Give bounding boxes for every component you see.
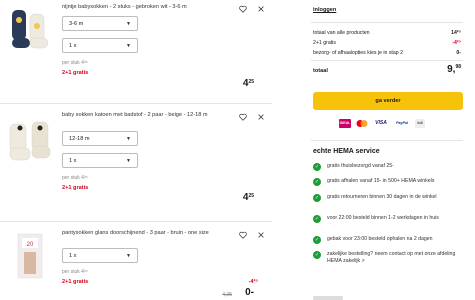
checkmark-icon: ✓: [313, 251, 321, 259]
chevron-down-icon: ▼: [126, 21, 131, 27]
checkmark-icon: ✓: [313, 236, 321, 244]
size-select[interactable]: 12-18 m ▼: [62, 131, 138, 146]
checkmark-icon: ✓: [313, 178, 321, 186]
divider: [311, 22, 463, 23]
ideal-icon: iDEAL: [339, 118, 351, 128]
chevron-down-icon: ▼: [126, 158, 131, 164]
divider: [311, 60, 463, 61]
cart-item: 20 pantysokken glans doorschijnend - 3 p…: [0, 222, 272, 300]
promo-label: 2+1 gratis: [62, 279, 89, 285]
quantity-value: 1 x: [69, 252, 77, 259]
promo-label: 2+1 gratis: [62, 185, 89, 191]
checkout-button[interactable]: ga verder: [313, 92, 463, 110]
paypal-icon: PayPal: [396, 121, 408, 125]
checkmark-icon: ✓: [313, 215, 321, 223]
divider: [311, 140, 463, 141]
item-price: 425: [243, 192, 254, 203]
service-item: ✓ gratis afhalen vanaf 15- in 500+ HEMA w…: [313, 178, 463, 186]
service-text: gebak voor 23:00 besteld ophalen na 2 da…: [327, 236, 433, 242]
unit-price: per stuk 4²⁵: [62, 60, 88, 66]
in3-icon: in3: [415, 118, 425, 128]
service-item: ✓ voor 22:00 besteld binnen 1-2 werkdagen…: [313, 215, 463, 223]
unit-price: per stuk 4²⁵: [62, 175, 88, 181]
size-value: 12-18 m: [69, 135, 90, 142]
heart-icon[interactable]: [238, 230, 248, 240]
size-value: 3-6 m: [69, 20, 84, 27]
summary-value: -4²⁵: [452, 40, 461, 46]
checkmark-icon: ✓: [313, 163, 321, 171]
product-title[interactable]: baby sokken katoen met badstof - 2 paar …: [62, 112, 230, 119]
item-price: 0-: [245, 287, 254, 298]
close-icon[interactable]: [256, 112, 266, 122]
price-decimal: -: [250, 287, 254, 298]
price-decimal: 25: [248, 193, 254, 199]
summary-row: 2+1 gratis -4²⁵: [313, 40, 461, 46]
service-text: gratis afhalen vanaf 15- in 500+ HEMA wi…: [327, 178, 435, 184]
mastercard-icon: [355, 119, 369, 128]
cart-item: nijntje babysokken - 2 stuks - gebroken …: [0, 0, 272, 103]
total-row: totaal 9,98: [313, 64, 461, 75]
quantity-value: 1 x: [69, 42, 77, 49]
svg-text:20: 20: [27, 242, 34, 248]
product-image[interactable]: [8, 118, 52, 166]
cart-item: baby sokken katoen met badstof - 2 paar …: [0, 104, 272, 208]
total-label: totaal: [313, 68, 328, 74]
summary-value: 14²⁵: [451, 30, 461, 36]
quantity-value: 1 x: [69, 157, 77, 164]
service-item: ✓ gebak voor 23:00 besteld ophalen na 2 d…: [313, 236, 463, 244]
product-title[interactable]: pantysokken glans doorschijnend - 3 paar…: [62, 230, 230, 237]
order-summary: inloggen totaal van alle producten 14²⁵ …: [311, 0, 463, 300]
chevron-down-icon: ▼: [126, 136, 131, 142]
unit-price: per stuk 4²⁵: [62, 269, 88, 275]
next-section-heading: [313, 296, 343, 300]
login-link[interactable]: inloggen: [313, 7, 336, 13]
old-price: 4,25: [222, 292, 232, 298]
service-item: ✓ gratis thuisbezorgd vanaf 25-: [313, 163, 463, 171]
service-item: ✓ gratis retourneren binnen 30 dagen in d…: [313, 194, 463, 202]
size-select[interactable]: 3-6 m ▼: [62, 16, 138, 31]
total-decimal: 98: [455, 64, 461, 70]
quantity-select[interactable]: 1 x ▼: [62, 38, 138, 53]
summary-value: 0-: [456, 50, 461, 56]
product-title[interactable]: nijntje babysokken - 2 stuks - gebroken …: [62, 4, 230, 11]
service-item[interactable]: ✓ zakelijke bestelling? neem contact op m…: [313, 251, 463, 265]
total-integer: 9: [447, 64, 453, 75]
price-decimal: 25: [248, 79, 254, 85]
service-text[interactable]: zakelijke bestelling? neem contact op me…: [327, 251, 455, 264]
close-icon[interactable]: [256, 4, 266, 14]
heart-icon[interactable]: [238, 4, 248, 14]
summary-label: totaal van alle producten: [313, 30, 370, 36]
quantity-select[interactable]: 1 x ▼: [62, 153, 138, 168]
service-text: gratis thuisbezorgd vanaf 25-: [327, 163, 394, 169]
summary-row: bezorg- of afhaalopties kies je in stap …: [313, 50, 461, 56]
item-price: 425: [243, 78, 254, 89]
promo-label: 2+1 gratis: [62, 70, 89, 76]
checkmark-icon: ✓: [313, 194, 321, 202]
summary-label: bezorg- of afhaalopties kies je in stap …: [313, 50, 403, 56]
discount-amount: -4²⁵: [248, 279, 258, 285]
service-text: voor 22:00 besteld binnen 1-2 werkdagen …: [327, 215, 439, 221]
heart-icon[interactable]: [238, 112, 248, 122]
chevron-down-icon: ▼: [126, 43, 131, 49]
summary-row: totaal van alle producten 14²⁵: [313, 30, 461, 36]
chevron-down-icon: ▼: [126, 253, 131, 259]
quantity-select[interactable]: 1 x ▼: [62, 248, 138, 263]
product-image[interactable]: 20: [8, 232, 52, 280]
payment-methods: iDEAL VISA PayPal in3: [339, 118, 425, 128]
product-image[interactable]: [8, 6, 52, 54]
summary-label: 2+1 gratis: [313, 40, 336, 46]
total-value: 9,98: [447, 64, 461, 75]
service-text: gratis retourneren binnen 30 dagen in de…: [327, 194, 437, 200]
close-icon[interactable]: [256, 230, 266, 240]
service-title: echte HEMA service: [313, 148, 380, 155]
cart-items: nijntje babysokken - 2 stuks - gebroken …: [0, 0, 290, 300]
visa-icon: VISA: [375, 120, 387, 126]
